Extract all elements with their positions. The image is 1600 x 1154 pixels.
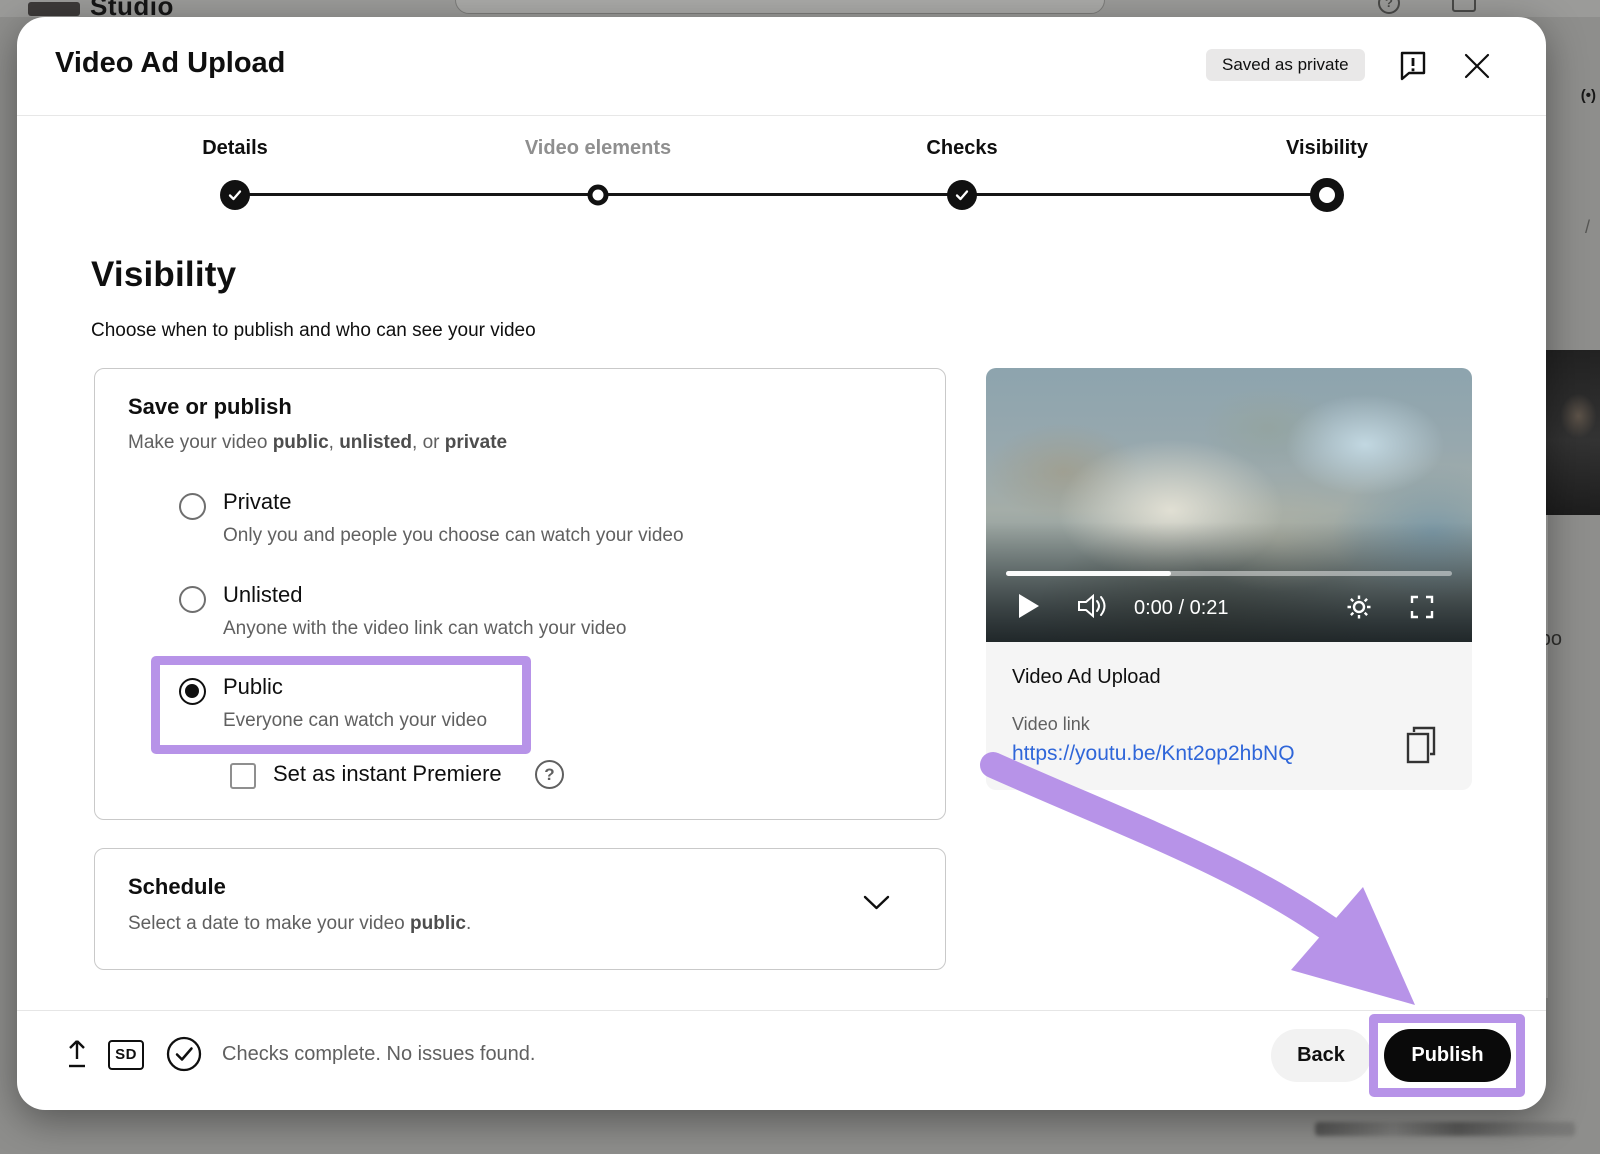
card-title: Save or publish bbox=[128, 394, 292, 420]
public-highlight-box bbox=[151, 656, 531, 754]
video-link-label: Video link bbox=[1012, 714, 1090, 735]
studio-logo-text: Studio bbox=[90, 0, 174, 17]
header-divider bbox=[17, 115, 1546, 116]
video-upload-dialog: Video Ad Upload Saved as private Details… bbox=[17, 17, 1546, 1110]
card-description: Make your video public, unlisted, or pri… bbox=[128, 432, 507, 454]
page-subtitle: Choose when to publish and who can see y… bbox=[91, 320, 536, 342]
desc-bold: private bbox=[445, 432, 507, 453]
stepper-line bbox=[235, 193, 1327, 196]
radio-private-label: Private bbox=[223, 489, 291, 515]
check-circle-icon bbox=[165, 1035, 203, 1073]
desc-part: Make your video bbox=[128, 432, 273, 453]
radio-private[interactable] bbox=[179, 493, 206, 520]
expand-schedule-button[interactable] bbox=[863, 895, 890, 916]
video-title: Video Ad Upload bbox=[1012, 666, 1161, 689]
background-thumbnail bbox=[1546, 350, 1600, 515]
close-icon bbox=[1461, 50, 1493, 82]
desc-bold: unlisted bbox=[339, 432, 412, 453]
video-info-panel: Video Ad Upload Video link https://youtu… bbox=[986, 642, 1472, 790]
step-details-node[interactable] bbox=[220, 180, 250, 210]
page: { "backdrop": { "studio_logo": "Studio",… bbox=[0, 0, 1600, 1154]
step-details-label: Details bbox=[202, 137, 268, 160]
back-button[interactable]: Back bbox=[1271, 1029, 1371, 1082]
volume-button[interactable] bbox=[1078, 594, 1110, 623]
gear-icon bbox=[1346, 594, 1372, 620]
footer-divider bbox=[17, 1010, 1546, 1011]
video-link-url[interactable]: https://youtu.be/Knt2op2hbNQ bbox=[1012, 742, 1295, 766]
feedback-button[interactable] bbox=[1397, 49, 1429, 81]
desc-bold: public bbox=[273, 432, 329, 453]
desc-part: . bbox=[466, 913, 471, 934]
dialog-title: Video Ad Upload bbox=[55, 47, 285, 80]
background-search-input bbox=[455, 0, 1105, 14]
schedule-title: Schedule bbox=[128, 874, 226, 900]
copy-icon bbox=[1404, 726, 1438, 766]
desc-part: , or bbox=[412, 432, 445, 453]
background-bottom-text bbox=[1315, 1122, 1575, 1136]
player-progress-bar[interactable] bbox=[1006, 571, 1452, 576]
youtube-logo bbox=[28, 2, 80, 16]
radio-unlisted-description: Anyone with the video link can watch you… bbox=[223, 618, 626, 640]
fullscreen-icon bbox=[1410, 595, 1434, 619]
video-preview-panel: 0:00 / 0:21 Video Ad Upload Video link h… bbox=[986, 368, 1472, 790]
video-player[interactable]: 0:00 / 0:21 bbox=[986, 368, 1472, 642]
premiere-help-icon[interactable]: ? bbox=[535, 760, 564, 789]
close-button[interactable] bbox=[1461, 50, 1493, 82]
save-or-publish-card: Save or publish Make your video public, … bbox=[94, 368, 946, 820]
feedback-icon bbox=[1397, 49, 1429, 81]
step-visibility-node[interactable] bbox=[1310, 178, 1344, 212]
settings-button[interactable] bbox=[1346, 594, 1372, 625]
volume-icon bbox=[1078, 594, 1110, 618]
upload-status-icon bbox=[62, 1037, 92, 1074]
step-video-elements-node[interactable] bbox=[588, 185, 609, 206]
schedule-description: Select a date to make your video public. bbox=[128, 913, 471, 935]
radio-public-label: Public bbox=[223, 674, 283, 700]
step-visibility-label: Visibility bbox=[1286, 137, 1368, 160]
player-shade bbox=[986, 522, 1472, 642]
desc-part: , bbox=[329, 432, 340, 453]
upload-icon bbox=[62, 1037, 92, 1069]
play-icon bbox=[1018, 593, 1040, 619]
chevron-down-icon bbox=[863, 895, 890, 911]
live-icon: (•) bbox=[1581, 87, 1596, 104]
radio-public-description: Everyone can watch your video bbox=[223, 710, 487, 732]
background-create-icon bbox=[1452, 0, 1476, 12]
desc-part: Select a date to make your video bbox=[128, 913, 410, 934]
checks-status-icon bbox=[165, 1035, 203, 1078]
player-time: 0:00 / 0:21 bbox=[1134, 597, 1229, 620]
radio-public[interactable] bbox=[179, 678, 206, 705]
saved-status-badge: Saved as private bbox=[1206, 49, 1365, 81]
fullscreen-button[interactable] bbox=[1410, 595, 1434, 624]
player-progress-buffered bbox=[1006, 571, 1171, 576]
sd-quality-badge: SD bbox=[108, 1040, 144, 1070]
instant-premiere-checkbox[interactable] bbox=[230, 763, 256, 789]
schedule-card[interactable]: Schedule Select a date to make your vide… bbox=[94, 848, 946, 970]
check-icon bbox=[954, 187, 970, 203]
step-checks-label: Checks bbox=[926, 137, 997, 160]
background-right-strip: (•) / bbox=[1546, 17, 1600, 1154]
check-icon bbox=[227, 187, 243, 203]
instant-premiere-label: Set as instant Premiere bbox=[273, 761, 502, 787]
radio-unlisted[interactable] bbox=[179, 586, 206, 613]
desc-bold: public bbox=[410, 913, 466, 934]
page-title: Visibility bbox=[91, 255, 236, 295]
background-slash: / bbox=[1585, 217, 1590, 238]
step-video-elements-label: Video elements bbox=[525, 137, 671, 160]
publish-button[interactable]: Publish bbox=[1384, 1029, 1511, 1082]
checks-status-text: Checks complete. No issues found. bbox=[222, 1043, 536, 1066]
background-topbar: Studio ? bbox=[0, 0, 1600, 17]
copy-link-button[interactable] bbox=[1404, 726, 1438, 766]
play-button[interactable] bbox=[1018, 593, 1040, 624]
background-help-icon: ? bbox=[1378, 0, 1400, 14]
radio-unlisted-label: Unlisted bbox=[223, 582, 302, 608]
radio-private-description: Only you and people you choose can watch… bbox=[223, 525, 684, 547]
step-checks-node[interactable] bbox=[947, 180, 977, 210]
